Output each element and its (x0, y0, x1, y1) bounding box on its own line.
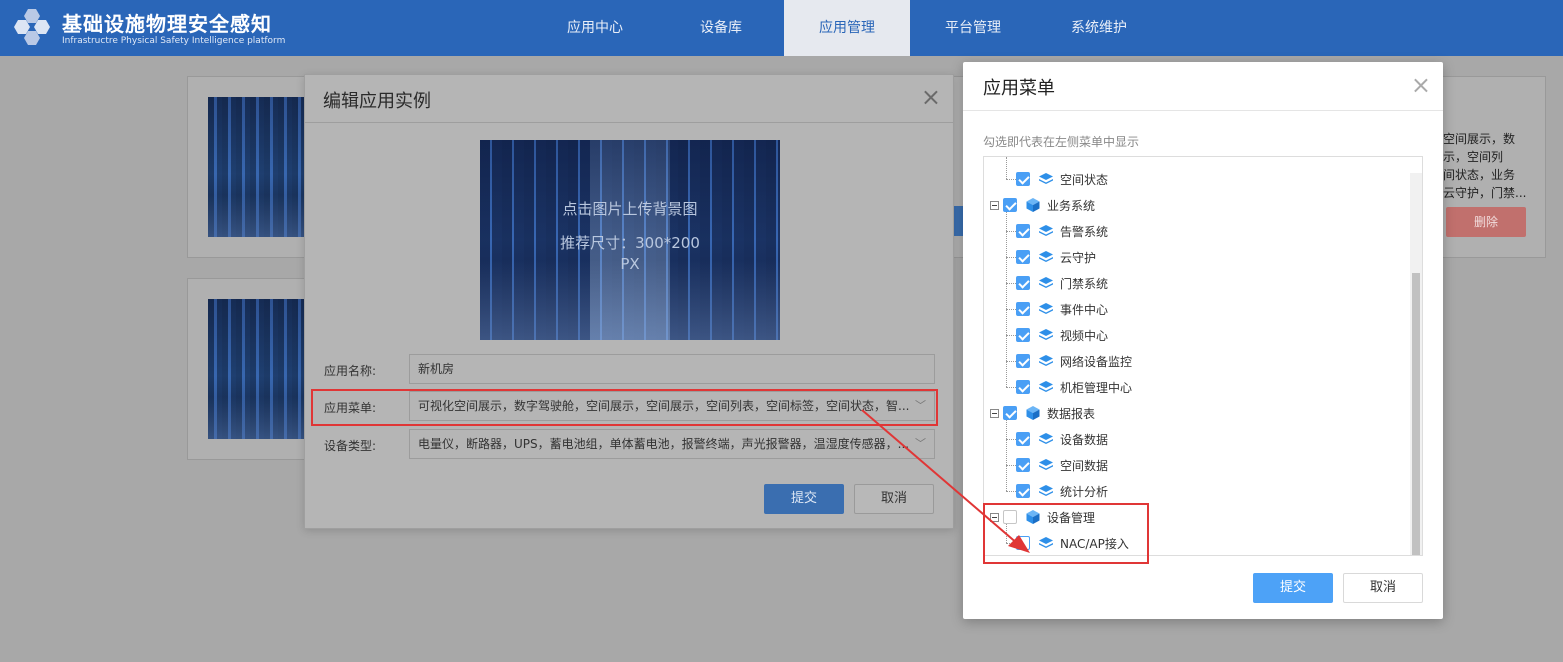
edit-cancel-button[interactable]: 取消 (854, 484, 934, 514)
layers-icon (1038, 457, 1054, 473)
menu-modal-hint: 勾选即代表在左侧菜单中显示 (983, 135, 1140, 149)
tree-node-child[interactable]: 云守护 (1006, 244, 1097, 270)
bg-delete-button: 删除 (1446, 207, 1526, 237)
tree-node-label: 视频中心 (1060, 328, 1109, 343)
tree-node-label: 设备数据 (1060, 432, 1109, 447)
tree-checkbox[interactable] (1016, 224, 1030, 238)
main-nav: 应用中心 设备库 应用管理 平台管理 系统维护 (532, 0, 1162, 56)
app-card-thumbnail (208, 97, 304, 237)
layers-icon (1038, 301, 1054, 317)
tree-node-label: 门禁系统 (1060, 276, 1109, 291)
layers-icon (1038, 327, 1054, 343)
brand-title: 基础设施物理安全感知 (62, 12, 272, 36)
bg-card-menu-text: 空间展示，数 示，空间列 间状态，业务 云守护，门禁... (1443, 132, 1527, 200)
background-upload-area[interactable]: 点击图片上传背景图 推荐尺寸：300*200 PX (480, 140, 780, 340)
app-card-thumbnail (208, 299, 304, 439)
tree-node-label: 事件中心 (1060, 302, 1109, 317)
highlight-box-device-management (983, 503, 1149, 564)
app-name-input[interactable]: 新机房 (409, 354, 935, 384)
upload-size-hint: 推荐尺寸：300*200 (560, 234, 700, 252)
tree-node-child[interactable]: 空间状态 (1006, 166, 1109, 192)
layers-icon (1038, 171, 1054, 187)
tree-checkbox[interactable] (1016, 276, 1030, 290)
close-icon[interactable]: × (1411, 73, 1431, 97)
tree-node-child[interactable]: 统计分析 (1006, 478, 1109, 504)
layers-icon (1038, 353, 1054, 369)
nav-item-system-maintenance[interactable]: 系统维护 (1036, 0, 1162, 56)
menu-cancel-button[interactable]: 取消 (1343, 573, 1423, 603)
logo-icon (14, 9, 50, 45)
edit-app-modal: 编辑应用实例 × 点击图片上传背景图 推荐尺寸：300*200 PX 应用名称:… (304, 74, 954, 529)
tree-node-child[interactable]: 空间数据 (1006, 452, 1109, 478)
app-name-label: 应用名称: (324, 364, 377, 378)
cube-icon (1025, 197, 1041, 213)
highlight-box-menu-field (311, 389, 938, 426)
tree-checkbox[interactable] (1016, 458, 1030, 472)
device-type-value: 电量仪，断路器，UPS，蓄电池组，单体蓄电池，报警终端，声光报警器，温湿度传感器… (418, 437, 910, 451)
app-card-2 (187, 278, 307, 460)
tree-node-label: 空间数据 (1060, 458, 1109, 473)
cube-icon (1025, 405, 1041, 421)
edit-modal-title: 编辑应用实例 (323, 91, 431, 112)
nav-item-app-center[interactable]: 应用中心 (532, 0, 658, 56)
menu-modal-title: 应用菜单 (983, 78, 1055, 99)
menu-modal-header: 应用菜单 × (963, 62, 1443, 111)
menu-submit-button[interactable]: 提交 (1253, 573, 1333, 603)
layers-icon (1038, 379, 1054, 395)
tree-node-child[interactable]: 网络设备监控 (1006, 348, 1133, 374)
tree-node-child[interactable]: 事件中心 (1006, 296, 1109, 322)
tree-checkbox[interactable] (1016, 302, 1030, 316)
tree-scrollbar[interactable] (1410, 173, 1422, 555)
nav-item-device-library[interactable]: 设备库 (658, 0, 784, 56)
nav-item-platform-management[interactable]: 平台管理 (910, 0, 1036, 56)
tree-checkbox[interactable] (1016, 250, 1030, 264)
close-icon[interactable]: × (921, 85, 941, 109)
tree-node-child[interactable]: 告警系统 (1006, 218, 1109, 244)
upload-hint: 点击图片上传背景图 (562, 200, 698, 218)
tree-node-label: 机柜管理中心 (1060, 380, 1133, 395)
layers-icon (1038, 223, 1054, 239)
tree-connector-line (1006, 420, 1007, 491)
scrollbar-thumb[interactable] (1412, 273, 1420, 555)
tree-checkbox[interactable] (1003, 406, 1017, 420)
tree-node-label: 告警系统 (1060, 224, 1109, 239)
tree-checkbox[interactable] (1016, 432, 1030, 446)
tree-node-child[interactable]: 机柜管理中心 (1006, 374, 1133, 400)
tree-checkbox[interactable] (1016, 484, 1030, 498)
tree-checkbox[interactable] (1016, 354, 1030, 368)
tree-checkbox[interactable] (1016, 380, 1030, 394)
tree-node-label: 网络设备监控 (1060, 354, 1133, 369)
tree-connector-line (1006, 157, 1007, 179)
tree-node-label: 数据报表 (1047, 406, 1096, 421)
tree-node-label: 云守护 (1060, 250, 1097, 265)
layers-icon (1038, 249, 1054, 265)
device-type-select[interactable]: 电量仪，断路器，UPS，蓄电池组，单体蓄电池，报警终端，声光报警器，温湿度传感器… (409, 429, 935, 459)
tree-node-label: 统计分析 (1060, 484, 1109, 499)
upload-size-unit: PX (620, 255, 640, 273)
brand-subtitle: Infrastructre Physical Safety Intelligen… (62, 36, 286, 46)
chevron-down-icon: ﹀ (915, 437, 926, 450)
top-bar: 基础设施物理安全感知 Infrastructre Physical Safety… (0, 0, 1563, 56)
bg-button-edge (954, 206, 963, 236)
nav-item-app-management[interactable]: 应用管理 (784, 0, 910, 56)
tree-connector-line (1006, 212, 1007, 387)
layers-icon (1038, 431, 1054, 447)
collapse-toggle-icon[interactable] (990, 200, 999, 210)
edit-modal-header: 编辑应用实例 × (305, 75, 953, 123)
edit-submit-button[interactable]: 提交 (764, 484, 844, 514)
layers-icon (1038, 275, 1054, 291)
device-type-label: 设备类型: (324, 439, 377, 453)
tree-node-child[interactable]: 视频中心 (1006, 322, 1109, 348)
collapse-toggle-icon[interactable] (990, 408, 999, 418)
tree-checkbox[interactable] (1016, 172, 1030, 186)
tree-checkbox[interactable] (1003, 198, 1017, 212)
layers-icon (1038, 483, 1054, 499)
tree-node-label: 业务系统 (1047, 198, 1096, 213)
menu-tree: 空间状态业务系统告警系统云守护门禁系统事件中心视频中心网络设备监控 机柜管理中心数… (983, 156, 1423, 556)
tree-checkbox[interactable] (1016, 328, 1030, 342)
tree-node-child[interactable]: 设备数据 (1006, 426, 1109, 452)
tree-node-label: 空间状态 (1060, 172, 1109, 187)
tree-node-child[interactable]: 门禁系统 (1006, 270, 1109, 296)
